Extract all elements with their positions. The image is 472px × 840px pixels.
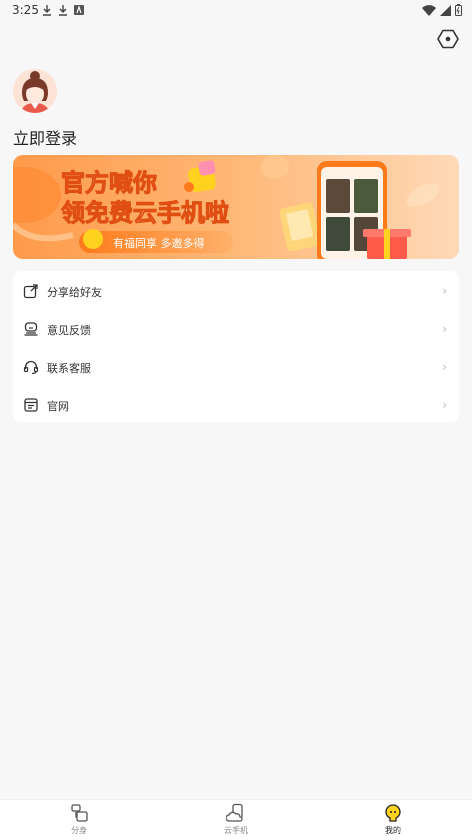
chevron-right-icon: › bbox=[442, 398, 447, 412]
bottom-tab-bar: 分身 云手机 我的 bbox=[0, 799, 472, 840]
promo-banner[interactable]: 官方喊你 领免费云手机啦 有福同享 多邀多得 bbox=[13, 155, 459, 259]
download-icon bbox=[43, 5, 51, 16]
signal-icon bbox=[440, 4, 451, 16]
menu-item-label: 官网 bbox=[47, 400, 69, 413]
banner-tagline: 有福同享 多邀多得 bbox=[113, 236, 205, 250]
menu-item-website[interactable]: 官网 › bbox=[13, 386, 459, 424]
tab-clone[interactable]: 分身 bbox=[39, 800, 119, 840]
banner-headline-1: 官方喊你 bbox=[61, 169, 157, 197]
chevron-right-icon: › bbox=[442, 322, 447, 336]
menu-item-support[interactable]: 联系客服 › bbox=[13, 348, 459, 386]
share-icon bbox=[23, 284, 38, 299]
settings-hexagon-icon bbox=[437, 29, 459, 49]
chevron-right-icon: › bbox=[442, 360, 447, 374]
app-notification-icon bbox=[74, 5, 84, 15]
tab-mine[interactable]: 我的 bbox=[353, 800, 433, 840]
menu-item-label: 联系客服 bbox=[47, 362, 91, 375]
avatar-girl-icon bbox=[13, 69, 57, 113]
menu-card: 分享给好友 › 意见反馈 › 联系客服 › 官网 › bbox=[13, 271, 459, 422]
headset-icon bbox=[23, 360, 39, 375]
menu-item-label: 分享给好友 bbox=[47, 286, 102, 299]
avatar[interactable] bbox=[13, 69, 57, 113]
status-bar: 3:25 bbox=[0, 0, 472, 22]
banner-headline-2: 领免费云手机啦 bbox=[61, 199, 229, 227]
profile-icon bbox=[385, 804, 401, 822]
feedback-icon bbox=[24, 322, 38, 336]
status-time: 3:25 bbox=[12, 3, 39, 17]
tab-label: 分身 bbox=[71, 826, 87, 835]
cloud-phone-icon bbox=[226, 803, 243, 822]
menu-item-feedback[interactable]: 意见反馈 › bbox=[13, 310, 459, 348]
tab-label: 云手机 bbox=[224, 826, 248, 835]
wifi-icon bbox=[422, 4, 436, 16]
promo-banner-art: 官方喊你 领免费云手机啦 有福同享 多邀多得 bbox=[13, 155, 459, 259]
tab-cloud-phone[interactable]: 云手机 bbox=[196, 800, 276, 840]
chevron-right-icon: › bbox=[442, 284, 447, 298]
download-icon bbox=[59, 5, 67, 16]
battery-icon bbox=[455, 4, 462, 16]
tab-label: 我的 bbox=[385, 826, 401, 835]
clone-icon bbox=[71, 804, 88, 822]
login-link[interactable]: 立即登录 bbox=[13, 125, 77, 149]
menu-item-share[interactable]: 分享给好友 › bbox=[13, 272, 459, 310]
settings-button[interactable] bbox=[436, 27, 460, 51]
website-icon bbox=[24, 398, 38, 412]
menu-item-label: 意见反馈 bbox=[47, 324, 91, 337]
